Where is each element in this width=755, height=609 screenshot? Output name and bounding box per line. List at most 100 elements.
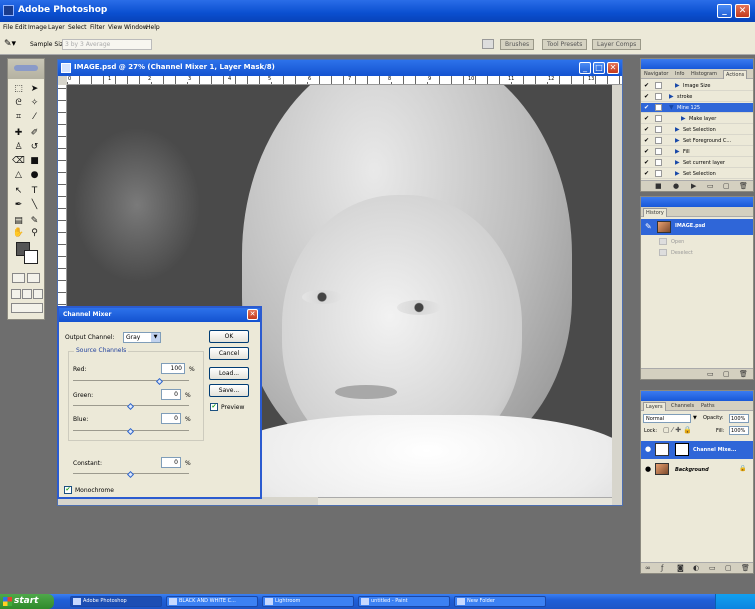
- menu-window[interactable]: Window: [124, 24, 148, 31]
- action-toggle-check-icon[interactable]: ✔: [644, 82, 651, 89]
- toolbox-header[interactable]: [8, 59, 44, 79]
- dialog-close-icon[interactable]: ✕: [247, 309, 258, 320]
- doc-close-button[interactable]: ✕: [607, 62, 619, 74]
- menu-filter[interactable]: Filter: [90, 24, 105, 31]
- dialog-toggle-box[interactable]: [655, 115, 662, 122]
- expand-triangle-down-icon[interactable]: ▼: [669, 104, 674, 111]
- tab-brushes[interactable]: Brushes: [500, 39, 535, 50]
- close-window-button[interactable]: ✕: [735, 4, 750, 18]
- menu-layer[interactable]: Layer: [48, 24, 65, 31]
- tab-actions[interactable]: Actions: [723, 70, 748, 79]
- history-snapshot-row[interactable]: ✎ IMAGE.psd: [641, 219, 753, 235]
- new-adjustment-layer-icon[interactable]: ◐: [693, 564, 699, 572]
- menu-file[interactable]: File: [3, 24, 13, 31]
- marquee-tool-icon[interactable]: ⬚: [11, 83, 26, 95]
- tab-channels[interactable]: Channels: [669, 402, 696, 410]
- pen-tool-icon[interactable]: ✒: [11, 199, 26, 211]
- minimize-button[interactable]: _: [717, 4, 732, 18]
- type-tool-icon[interactable]: T: [27, 185, 42, 197]
- action-item[interactable]: ✔ ▶ Set Foreground C...: [641, 136, 753, 146]
- dodge-tool-icon[interactable]: ●: [27, 169, 42, 181]
- menu-help[interactable]: Help: [146, 24, 160, 31]
- trash-icon[interactable]: 🗑: [739, 182, 748, 190]
- save-button[interactable]: Save...: [209, 384, 249, 397]
- layer-style-icon[interactable]: ƒ: [661, 564, 663, 572]
- new-layer-icon[interactable]: ▢: [725, 564, 732, 572]
- history-step[interactable]: Deselect: [641, 248, 753, 258]
- chevron-down-icon[interactable]: ▼: [693, 415, 697, 421]
- expand-triangle-right-icon[interactable]: ▶: [675, 159, 680, 166]
- palette-well-icon[interactable]: [482, 39, 494, 49]
- tab-layer-comps[interactable]: Layer Comps: [592, 39, 642, 50]
- monochrome-checkbox[interactable]: ✔: [64, 486, 72, 494]
- document-horizontal-scrollbar[interactable]: [318, 497, 612, 505]
- trash-icon[interactable]: 🗑: [741, 564, 750, 572]
- crop-tool-icon[interactable]: ⌗: [11, 111, 26, 123]
- expand-triangle-right-icon[interactable]: ▶: [675, 137, 680, 144]
- quick-mask-mode-icon[interactable]: [27, 273, 40, 283]
- load-button[interactable]: Load...: [209, 367, 249, 380]
- actions-panel-header[interactable]: [641, 59, 753, 69]
- blue-input[interactable]: 0: [161, 413, 181, 424]
- action-toggle-check-icon[interactable]: ✔: [644, 104, 651, 111]
- menu-select[interactable]: Select: [68, 24, 87, 31]
- action-toggle-check-icon[interactable]: ✔: [644, 148, 651, 155]
- add-mask-icon[interactable]: ◙: [677, 564, 684, 572]
- dialog-toggle-box[interactable]: [655, 93, 662, 100]
- blend-mode-select[interactable]: Normal: [643, 414, 691, 423]
- expand-triangle-right-icon[interactable]: ▶: [675, 170, 680, 177]
- history-step[interactable]: Open: [641, 237, 753, 247]
- tab-info[interactable]: Info: [673, 70, 686, 78]
- taskbar-item-folder[interactable]: New Folder: [454, 596, 546, 607]
- action-toggle-check-icon[interactable]: ✔: [644, 170, 651, 177]
- action-item[interactable]: ✔ ▶ Fill: [641, 147, 753, 157]
- action-toggle-check-icon[interactable]: ✔: [644, 159, 651, 166]
- layer-row-channel-mixer[interactable]: ● Channel Mixe...: [641, 441, 753, 459]
- action-toggle-check-icon[interactable]: ✔: [644, 126, 651, 133]
- expand-triangle-right-icon[interactable]: ▶: [681, 115, 686, 122]
- ok-button[interactable]: OK: [209, 330, 249, 343]
- background-color-swatch[interactable]: [24, 250, 38, 264]
- red-input[interactable]: 100: [161, 363, 185, 374]
- expand-triangle-right-icon[interactable]: ▶: [675, 126, 680, 133]
- menu-edit[interactable]: Edit: [15, 24, 27, 31]
- path-selection-tool-icon[interactable]: ↖: [11, 185, 26, 197]
- output-channel-select[interactable]: Gray ▼: [123, 332, 161, 343]
- layer-row-background[interactable]: ● Background 🔒: [641, 461, 753, 479]
- action-toggle-check-icon[interactable]: ✔: [644, 93, 651, 100]
- action-toggle-check-icon[interactable]: ✔: [644, 115, 651, 122]
- lock-options-icon[interactable]: ▢ ⁄ ✚ 🔒: [663, 426, 692, 434]
- taskbar-item-lightroom[interactable]: Lightroom: [262, 596, 354, 607]
- action-item[interactable]: ✔ ▶ stroke: [641, 92, 753, 102]
- cancel-button[interactable]: Cancel: [209, 347, 249, 360]
- expand-triangle-right-icon[interactable]: ▶: [669, 93, 674, 100]
- taskbar-item-browser[interactable]: BLACK AND WHITE C...: [166, 596, 258, 607]
- stop-icon[interactable]: ■: [655, 182, 662, 190]
- record-icon[interactable]: ●: [673, 182, 679, 190]
- eye-visibility-icon[interactable]: ●: [645, 445, 651, 453]
- dialog-toggle-box[interactable]: [655, 170, 662, 177]
- menu-image[interactable]: Image: [28, 24, 47, 31]
- history-panel-header[interactable]: [641, 197, 753, 207]
- action-item[interactable]: ✔ ▶ Image Size: [641, 81, 753, 91]
- start-button[interactable]: start: [0, 594, 54, 609]
- action-item[interactable]: ✔ ▶ Make layer: [641, 114, 753, 124]
- play-icon[interactable]: ▶: [691, 182, 696, 190]
- red-slider-track[interactable]: [73, 380, 189, 381]
- tab-navigator[interactable]: Navigator: [642, 70, 670, 78]
- doc-minimize-button[interactable]: _: [579, 62, 591, 74]
- taskbar-item-photoshop[interactable]: Adobe Photoshop: [70, 596, 162, 607]
- horizontal-ruler[interactable]: 0 1 2 3 4 5 6 7 8 9 10 11 12 13: [67, 76, 622, 85]
- dialog-toggle-box[interactable]: [655, 82, 662, 89]
- action-item[interactable]: ✔ ▶ Set Selection: [641, 125, 753, 135]
- hand-tool-icon[interactable]: ✋: [11, 227, 26, 239]
- dialog-toggle-box[interactable]: [655, 104, 662, 111]
- dialog-toggle-box[interactable]: [655, 159, 662, 166]
- document-title-bar[interactable]: IMAGE.psd @ 27% (Channel Mixer 1, Layer …: [58, 60, 622, 76]
- new-action-icon[interactable]: ▢: [723, 182, 730, 190]
- eyedropper-tool-icon[interactable]: ✎: [27, 215, 42, 227]
- dialog-toggle-box[interactable]: [655, 137, 662, 144]
- screen-mode-standard-icon[interactable]: [11, 289, 21, 299]
- taskbar-item-paint[interactable]: untitled - Paint: [358, 596, 450, 607]
- expand-triangle-right-icon[interactable]: ▶: [675, 82, 680, 89]
